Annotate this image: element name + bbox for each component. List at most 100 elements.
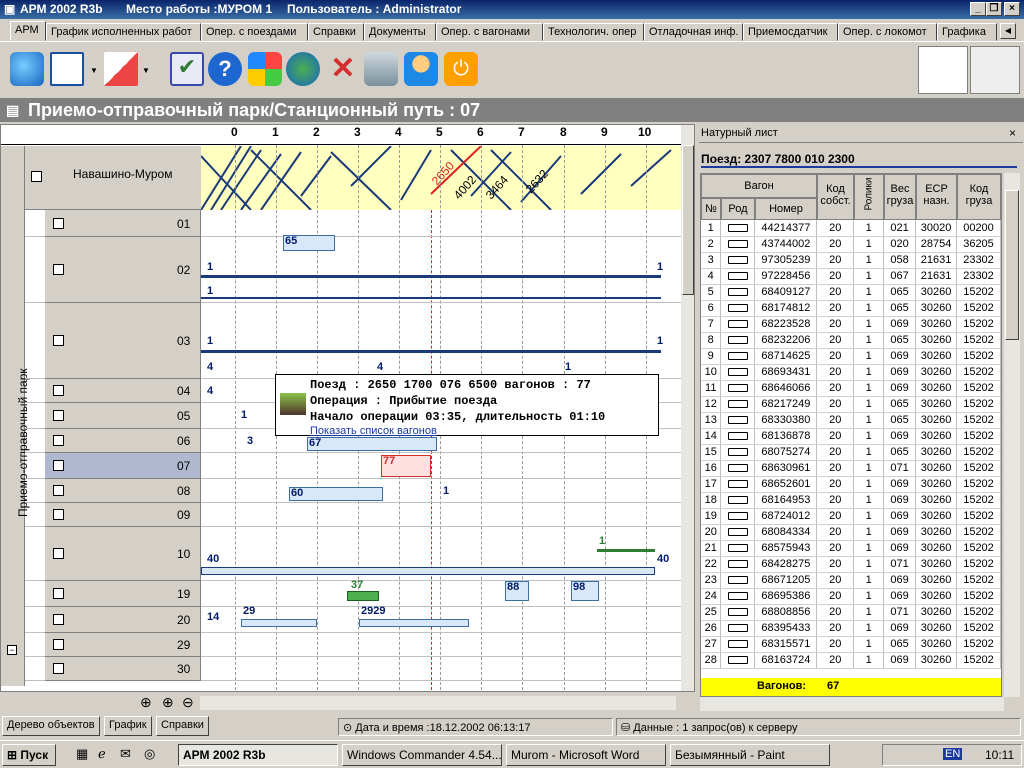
track-row[interactable]: 01 <box>25 210 681 237</box>
table-row[interactable]: 8 68232206 20 1 065 30260 15202 <box>701 332 1001 349</box>
network-globe-icon[interactable] <box>286 52 320 86</box>
help-icon[interactable]: ? <box>208 52 242 86</box>
tab-documents[interactable]: Документы <box>364 23 436 41</box>
occupancy-block[interactable] <box>241 619 317 627</box>
track-row[interactable]: 03 <box>25 303 681 379</box>
track-checkbox[interactable] <box>53 460 64 471</box>
bottom-tab-references[interactable]: Справки <box>156 716 209 736</box>
occupancy-block[interactable] <box>307 437 437 451</box>
power-icon[interactable]: ⏻ <box>444 52 478 86</box>
table-row[interactable]: 19 68724012 20 1 069 30260 15202 <box>701 508 1001 525</box>
user-icon[interactable] <box>404 52 438 86</box>
direction-checkbox[interactable] <box>31 171 42 182</box>
task-paint[interactable]: Безымянный - Paint <box>670 744 830 766</box>
track-row[interactable]: 20 <box>25 607 681 633</box>
tab-debug[interactable]: Отладочная инф. <box>644 23 743 41</box>
table-row[interactable]: 6 68174812 20 1 065 30260 15202 <box>701 300 1001 317</box>
track-checkbox[interactable] <box>53 217 64 229</box>
table-row[interactable]: 3 97305239 20 1 058 21631 23302 <box>701 252 1001 269</box>
maximize-button[interactable]: ❐ <box>986 2 1002 16</box>
mail-icon[interactable]: ✉ <box>120 746 131 762</box>
track-checkbox[interactable] <box>53 264 64 275</box>
table-row[interactable]: 18 68164953 20 1 069 30260 15202 <box>701 492 1001 509</box>
table-row[interactable]: 5 68409127 20 1 065 30260 15202 <box>701 284 1001 301</box>
wagon-table[interactable]: Вагон № Род Номер Код собст. Ролики Вес … <box>700 173 1002 697</box>
bottom-tab-graph[interactable]: График <box>104 716 152 736</box>
track-row[interactable]: 09 <box>25 503 681 527</box>
desktop-icon[interactable]: ▦ <box>76 746 88 762</box>
track-checkbox[interactable] <box>53 614 64 625</box>
close-button[interactable]: × <box>1004 2 1020 16</box>
track-checkbox[interactable] <box>53 663 64 674</box>
media-icon[interactable]: ◎ <box>144 746 155 762</box>
tab-graphics[interactable]: Графика <box>937 23 997 41</box>
occupancy-block[interactable] <box>347 591 379 601</box>
computers-icon[interactable] <box>364 52 398 86</box>
chevron-down-icon[interactable]: ▼ <box>90 66 98 75</box>
zoom-in-icon[interactable]: ⊕ <box>162 694 174 711</box>
scroll-thumb[interactable] <box>1005 190 1019 340</box>
network-monitor-icon[interactable] <box>970 46 1020 94</box>
table-horizontal-scrollbar[interactable] <box>700 697 1004 711</box>
table-row[interactable]: 17 68652601 20 1 069 30260 15202 <box>701 476 1001 493</box>
table-row[interactable]: 12 68217249 20 1 065 30260 15202 <box>701 396 1001 413</box>
table-row[interactable]: 27 68315571 20 1 065 30260 15202 <box>701 636 1001 653</box>
tab-train-ops[interactable]: Опер. с поездами <box>201 23 308 41</box>
collapse-toggle[interactable]: − <box>7 645 17 655</box>
delete-icon[interactable]: ✕ <box>326 52 360 86</box>
horizontal-scrollbar[interactable] <box>200 696 676 710</box>
task-arm[interactable]: АРМ 2002 R3b <box>178 744 338 766</box>
table-row[interactable]: 15 68075274 20 1 065 30260 15202 <box>701 444 1001 461</box>
lang-indicator[interactable]: EN <box>943 748 963 760</box>
tab-wagon-ops[interactable]: Опер. с вагонами <box>436 23 543 41</box>
table-row[interactable]: 7 68223528 20 1 069 30260 15202 <box>701 316 1001 333</box>
track-row[interactable]: 29 <box>25 633 681 657</box>
start-button[interactable]: ⊞ Пуск <box>2 744 56 766</box>
track-checkbox[interactable] <box>53 435 64 446</box>
zoom-out-icon[interactable]: ⊖ <box>182 694 194 711</box>
table-row[interactable]: 24 68695386 20 1 069 30260 15202 <box>701 588 1001 605</box>
close-icon[interactable]: × <box>1009 126 1016 140</box>
track-checkbox[interactable] <box>53 509 64 520</box>
track-checkbox[interactable] <box>53 385 64 396</box>
table-row[interactable]: 22 68428275 20 1 071 30260 15202 <box>701 556 1001 573</box>
track-checkbox[interactable] <box>53 639 64 650</box>
checklist-icon[interactable]: ✔ <box>170 52 204 86</box>
tab-schedule[interactable]: График исполненных работ <box>46 23 201 41</box>
table-row[interactable]: 13 68330380 20 1 065 30260 15202 <box>701 412 1001 429</box>
tab-references[interactable]: Справки <box>308 23 364 41</box>
browser-icon[interactable]: ℯ <box>98 746 106 762</box>
occupancy-block[interactable] <box>359 619 469 627</box>
track-checkbox[interactable] <box>53 485 64 496</box>
table-row[interactable]: 14 68136878 20 1 069 30260 15202 <box>701 428 1001 445</box>
track-row[interactable]: 30 <box>25 657 681 681</box>
windows-logo-icon[interactable] <box>248 52 282 86</box>
table-row[interactable]: 21 68575943 20 1 069 30260 15202 <box>701 540 1001 557</box>
tab-tech-ops[interactable]: Технологич. опер <box>543 23 644 41</box>
track-row[interactable]: 07 <box>25 453 681 479</box>
table-row[interactable]: 4 97228456 20 1 067 21631 23302 <box>701 268 1001 285</box>
globe-icon[interactable] <box>10 52 44 86</box>
table-row[interactable]: 23 68671205 20 1 069 30260 15202 <box>701 572 1001 589</box>
zoom-fit-icon[interactable]: ⊕ <box>140 694 152 711</box>
table-row[interactable]: 11 68646066 20 1 069 30260 15202 <box>701 380 1001 397</box>
table-row[interactable]: 1 44214377 20 1 021 30020 00200 <box>701 220 1001 237</box>
table-row[interactable]: 9 68714625 20 1 069 30260 15202 <box>701 348 1001 365</box>
task-commander[interactable]: Windows Commander 4.54... <box>342 744 502 766</box>
table-row[interactable]: 20 68084334 20 1 069 30260 15202 <box>701 524 1001 541</box>
clock-monitor-icon[interactable] <box>918 46 968 94</box>
table-row[interactable]: 25 68808856 20 1 071 30260 15202 <box>701 604 1001 621</box>
minimize-button[interactable]: _ <box>970 2 986 16</box>
table-row[interactable]: 26 68395433 20 1 069 30260 15202 <box>701 620 1001 637</box>
window-list-icon[interactable] <box>50 52 84 86</box>
tab-arm[interactable]: АРМ <box>10 21 46 41</box>
tab-loco-ops[interactable]: Опер. с локомот <box>838 23 937 41</box>
track-checkbox[interactable] <box>53 588 64 599</box>
chevron-down-icon[interactable]: ▼ <box>142 66 150 75</box>
task-word[interactable]: Murom - Microsoft Word <box>506 744 666 766</box>
track-checkbox[interactable] <box>53 548 64 559</box>
track-checkbox[interactable] <box>53 335 64 346</box>
track-row[interactable]: 02 <box>25 237 681 303</box>
table-row[interactable]: 28 68163724 20 1 069 30260 15202 <box>701 652 1001 669</box>
scroll-thumb[interactable] <box>682 145 694 295</box>
